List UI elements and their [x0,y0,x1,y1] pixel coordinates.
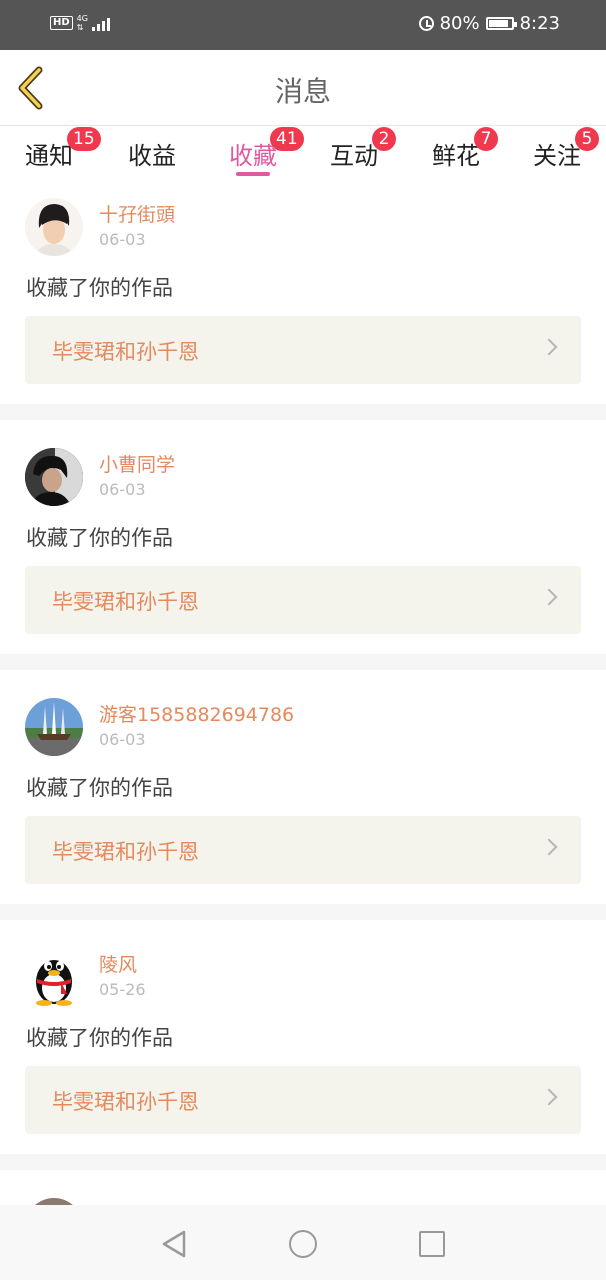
avatar[interactable] [25,698,83,756]
system-nav-bar [0,1205,606,1280]
message-tabs: 通知 15 收益 收藏 41 互动 2 鲜花 7 关注 5 [0,126,606,180]
username[interactable]: 陵风 [99,950,137,977]
message-card: 小曹同学 06-03 收藏了你的作品 毕雯珺和孙千恩 [0,430,606,664]
message-date: 05-26 [99,980,146,999]
work-title: 毕雯珺和孙千恩 [52,840,199,864]
avatar[interactable] [25,448,83,506]
status-bar: HD 4G ⇅ 80% 8:23 [0,0,606,50]
hd-icon: HD [50,16,73,30]
work-link[interactable]: 毕雯珺和孙千恩 [25,816,581,884]
chevron-right-icon [540,588,558,606]
message-text: 收藏了你的作品 [26,776,173,800]
work-title: 毕雯珺和孙千恩 [52,590,199,614]
network-type: 4G ⇅ [76,14,88,32]
username[interactable]: 游客1585882694786 [99,700,294,727]
network-indicators: HD 4G ⇅ [50,14,110,32]
message-card: 陵风 05-26 收藏了你的作品 毕雯珺和孙千恩 [0,930,606,1164]
page-title: 消息 [274,75,331,108]
divider [0,904,606,920]
message-card: 游客1585882694786 06-03 收藏了你的作品 毕雯珺和孙千恩 [0,680,606,914]
badge-count: 7 [474,127,498,151]
work-link[interactable]: 毕雯珺和孙千恩 [25,1066,581,1134]
tab-favorites[interactable]: 收藏 41 [229,127,304,171]
battery-icon [485,17,517,30]
message-card: 十孖街頭 06-03 收藏了你的作品 毕雯珺和孙千恩 [0,180,606,414]
message-date: 06-03 [99,230,146,249]
work-link[interactable]: 毕雯珺和孙千恩 [25,316,581,384]
tab-earnings[interactable]: 收益 [128,136,176,171]
message-date: 06-03 [99,730,146,749]
badge-count: 15 [67,127,101,151]
tab-flowers[interactable]: 鲜花 7 [432,127,498,171]
username[interactable]: 十孖街頭 [99,200,175,227]
user-avatar-image [25,698,83,756]
work-title: 毕雯珺和孙千恩 [52,340,199,364]
active-tab-indicator [236,172,270,176]
user-avatar-image [25,198,83,256]
top-nav-bar: 消息 [0,50,606,126]
clock: 8:23 [519,13,560,34]
status-right: 80% 8:23 [418,13,560,34]
tab-interactions[interactable]: 互动 2 [330,127,396,171]
badge-count: 2 [372,127,396,151]
message-text: 收藏了你的作品 [26,526,173,550]
avatar[interactable] [25,198,83,256]
alarm-icon [418,16,434,31]
tab-notifications[interactable]: 通知 15 [25,127,101,171]
back-triangle-icon[interactable] [160,1229,188,1259]
recent-apps-icon[interactable] [419,1231,445,1257]
signal-icon [91,15,110,31]
divider [0,404,606,420]
message-text: 收藏了你的作品 [26,276,173,300]
divider [0,654,606,670]
work-title: 毕雯珺和孙千恩 [52,1090,199,1114]
badge-count: 5 [575,127,599,151]
home-circle-icon[interactable] [289,1230,317,1258]
divider [0,1154,606,1170]
tab-follow[interactable]: 关注 5 [533,127,599,171]
message-date: 06-03 [99,480,146,499]
username[interactable]: 小曹同学 [99,450,175,477]
chevron-right-icon [540,338,558,356]
qq-penguin-avatar [36,960,72,1006]
user-avatar-image [25,448,83,506]
avatar[interactable] [25,948,83,1006]
chevron-right-icon [540,838,558,856]
battery-percent: 80% [439,13,480,34]
badge-count: 41 [270,127,304,151]
work-link[interactable]: 毕雯珺和孙千恩 [25,566,581,634]
message-text: 收藏了你的作品 [26,1026,173,1050]
chevron-right-icon [540,1088,558,1106]
